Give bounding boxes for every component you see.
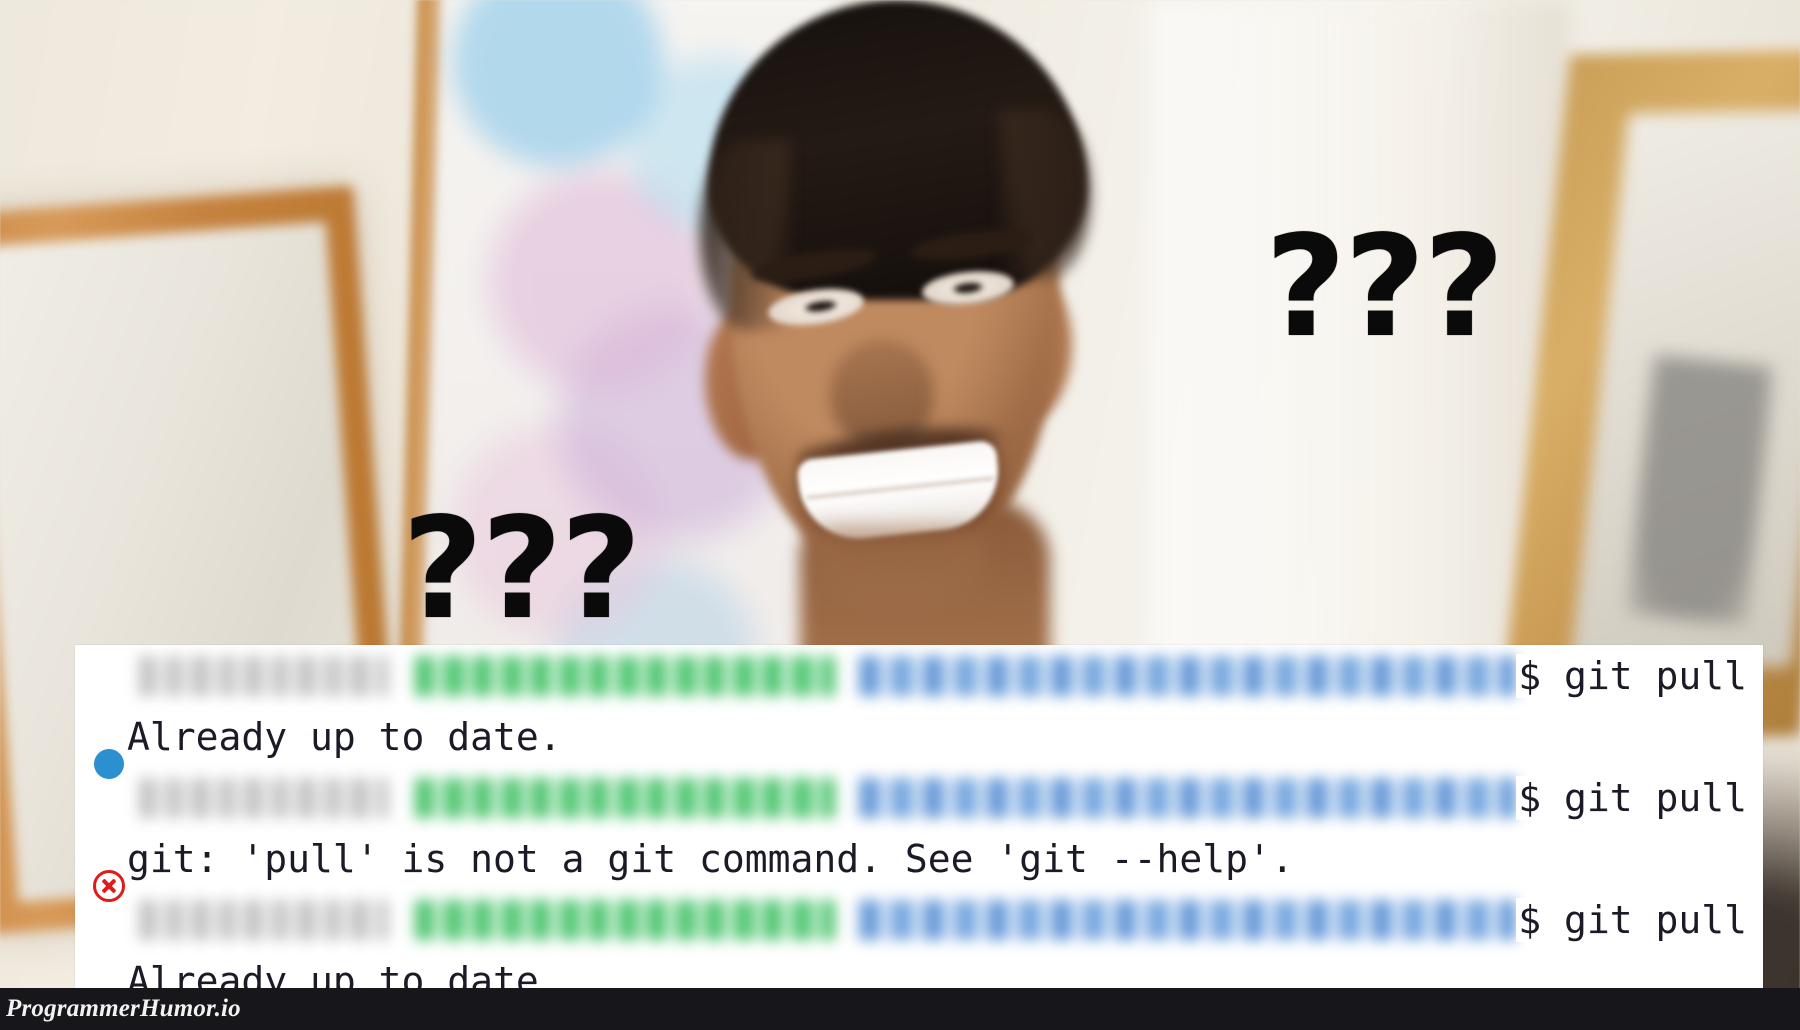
subject-chin (808, 525, 988, 615)
redacted-user-host (415, 655, 835, 696)
redacted-user-host (415, 777, 835, 818)
question-marks-overlay-left: ??? (402, 488, 642, 651)
redacted-path (859, 655, 1517, 696)
redacted-timestamp (139, 899, 389, 940)
terminal-prompt-line: $ git pull (75, 889, 1763, 1011)
blue-dot-icon (91, 658, 127, 779)
terminal-transcript: $ git pull Already up to date. $ git pul… (75, 645, 1763, 1011)
redacted-path (859, 777, 1517, 818)
meme-image: ??? ??? $ git pull Already up to date. $… (0, 0, 1800, 1030)
terminal-output-line: git: 'pull' is not a git command. See 'g… (127, 836, 1294, 881)
terminal-command: $ git pull (1516, 897, 1763, 942)
redacted-timestamp (139, 777, 389, 818)
question-marks-overlay-right: ??? (1265, 206, 1505, 369)
redacted-path (859, 899, 1517, 940)
terminal-prompt-line: $ git pull (75, 767, 1763, 902)
terminal-command: $ git pull (1516, 775, 1763, 820)
terminal-command: $ git pull (1516, 653, 1763, 698)
terminal-output-line: Already up to date. (127, 714, 562, 759)
red-x-circle-icon (91, 780, 127, 902)
redacted-user-host (415, 899, 835, 940)
terminal-prompt-line: $ git pull (75, 645, 1763, 779)
subject-hair-fade-right (1000, 110, 1090, 280)
watermark-bar: ProgrammerHumor.io (0, 988, 1800, 1030)
watermark-text: ProgrammerHumor.io (6, 995, 241, 1022)
redacted-timestamp (139, 655, 389, 696)
blue-dot-icon (91, 902, 127, 1011)
